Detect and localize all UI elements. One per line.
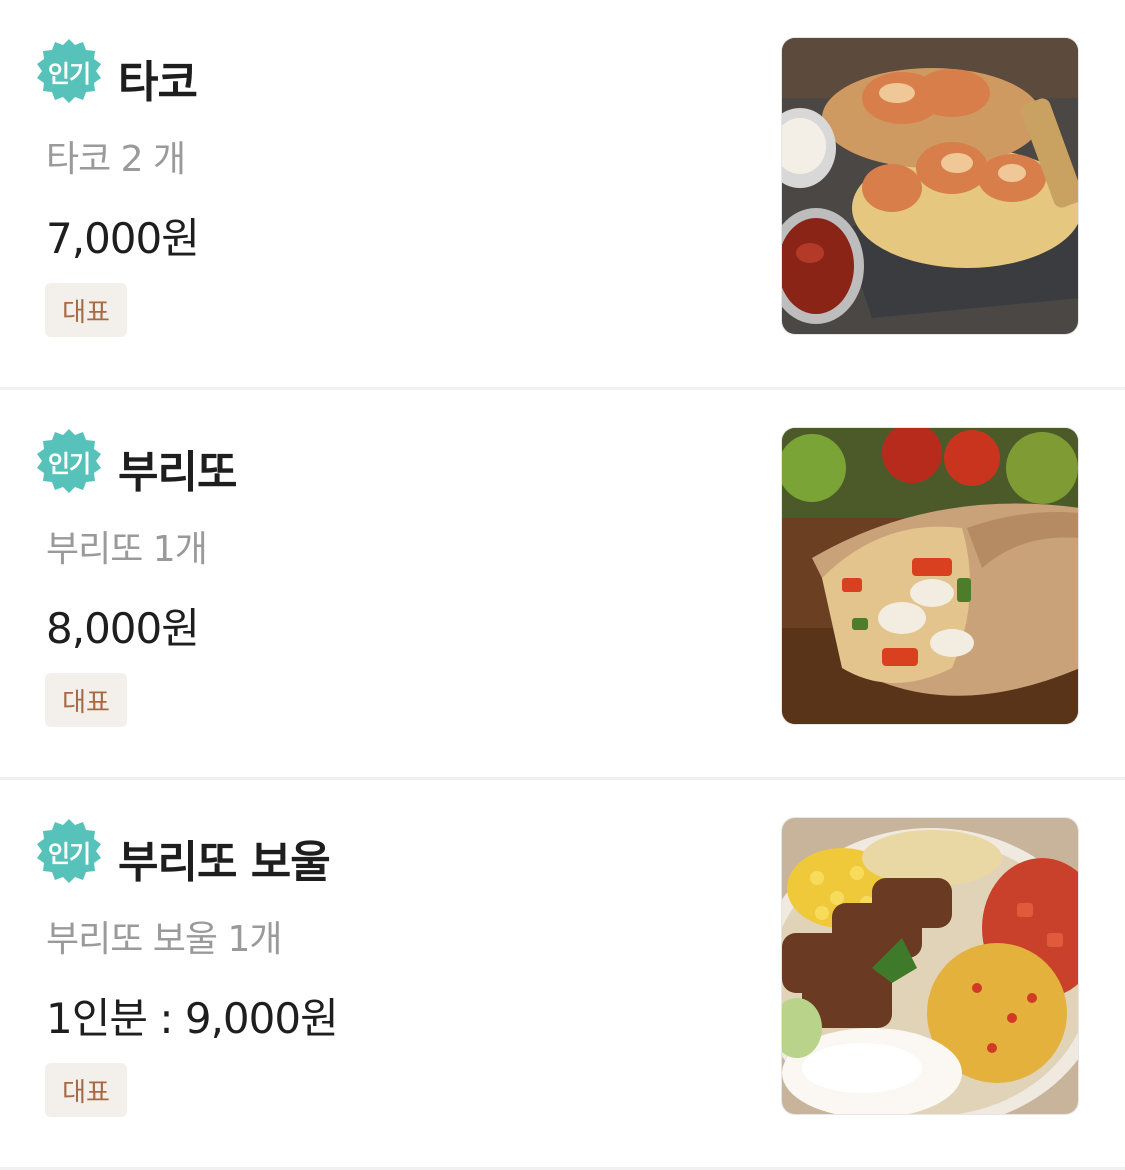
menu-item-description: 부리또 1개: [46, 529, 208, 570]
menu-item-burrito-bowl[interactable]: 인기 부리또 보울 부리또 보울 1개 1인분 : 9,000원 대표: [0, 780, 1125, 1170]
burrito-photo[interactable]: [781, 427, 1079, 725]
menu-list: 인기 타코 타코 2 개 7,000원 대표 인기 부리또 부리또 1개 8,0…: [0, 0, 1125, 1170]
popular-badge: 인기: [35, 817, 103, 885]
popular-badge-label: 인기: [47, 449, 91, 478]
menu-item-taco[interactable]: 인기 타코 타코 2 개 7,000원 대표: [0, 0, 1125, 390]
menu-item-name: 부리또 보울: [118, 837, 331, 888]
menu-item-name: 타코: [118, 57, 198, 108]
burrito-bowl-photo[interactable]: [781, 817, 1079, 1115]
signature-tag: 대표: [45, 1063, 127, 1117]
menu-item-price: 1인분 : 9,000원: [46, 994, 339, 1043]
menu-item-price: 7,000원: [46, 214, 200, 263]
menu-item-burrito[interactable]: 인기 부리또 부리또 1개 8,000원 대표: [0, 390, 1125, 780]
popular-badge: 인기: [35, 37, 103, 105]
menu-item-description: 타코 2 개: [46, 139, 186, 180]
menu-item-price: 8,000원: [46, 604, 200, 653]
popular-badge: 인기: [35, 427, 103, 495]
taco-photo[interactable]: [781, 37, 1079, 335]
menu-item-description: 부리또 보울 1개: [46, 919, 283, 960]
signature-tag: 대표: [45, 673, 127, 727]
menu-item-name: 부리또: [118, 447, 237, 498]
signature-tag: 대표: [45, 283, 127, 337]
popular-badge-label: 인기: [47, 839, 91, 868]
popular-badge-label: 인기: [47, 59, 91, 88]
